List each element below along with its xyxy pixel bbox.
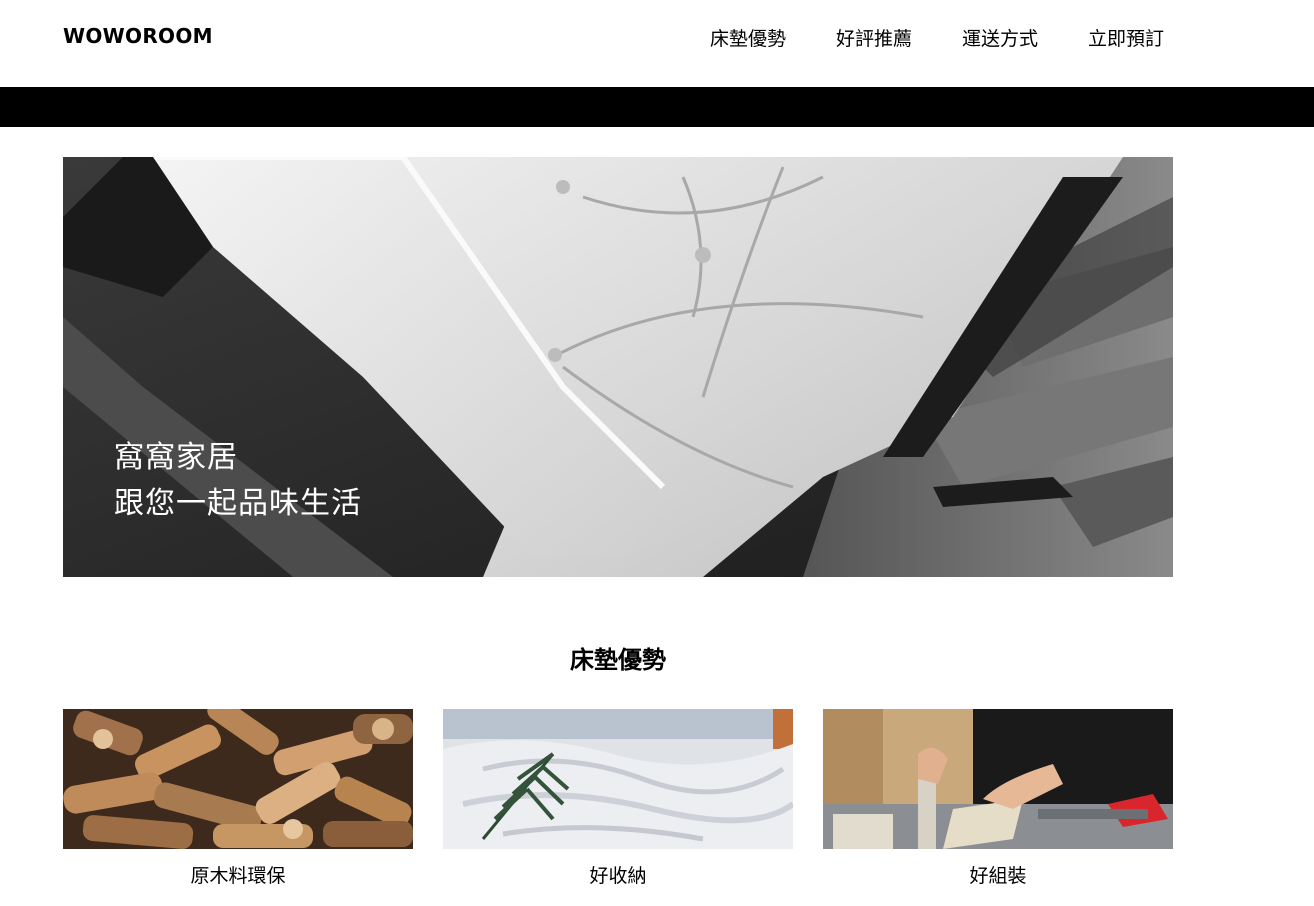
nav-link-reviews[interactable]: 好評推薦 [836,24,912,51]
feature-card-assembly: 好組裝 [823,709,1173,888]
feature-cards: 原木料環保 好收納 好組裝 [63,709,1173,888]
section-title-advantages: 床墊優勢 [570,646,666,674]
main-menu: 床墊優勢 好評推薦 運送方式 立即預訂 [710,24,1164,51]
bedding-image [443,709,793,849]
nav-link-shipping[interactable]: 運送方式 [962,24,1038,51]
hero-banner: 窩窩家居 跟您一起品味生活 [63,157,1173,577]
nav-link-order[interactable]: 立即預訂 [1088,24,1164,51]
logo[interactable]: WOWOROOM [63,24,213,48]
hero-slogan: 窩窩家居 跟您一起品味生活 [114,435,362,527]
black-banner-bar [0,87,1314,127]
hero-subtitle: 跟您一起品味生活 [114,486,362,521]
nav-link-advantages[interactable]: 床墊優勢 [710,24,786,51]
feature-caption-assembly: 好組裝 [969,865,1027,887]
woodworking-image [823,709,1173,849]
feature-caption-storage: 好收納 [589,865,647,887]
top-navigation: WOWOROOM 床墊優勢 好評推薦 運送方式 立即預訂 [0,0,1314,87]
feature-card-eco: 原木料環保 [63,709,413,888]
hero-title: 窩窩家居 [114,440,238,475]
feature-card-storage: 好收納 [443,709,793,888]
feature-caption-eco: 原木料環保 [190,865,286,887]
firewood-image [63,709,413,849]
